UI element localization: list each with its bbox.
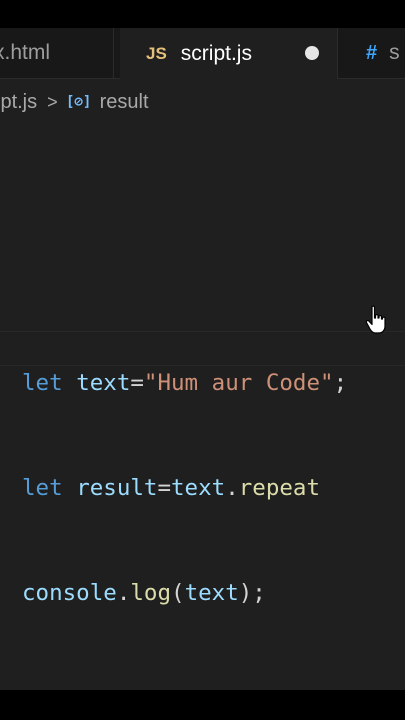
operator: = [157, 475, 172, 501]
variable: result [76, 475, 158, 501]
string-literal: "Hum aur Code" [143, 370, 334, 396]
tab-index-html[interactable]: x.html [0, 28, 114, 78]
semicolon: ; [333, 370, 348, 396]
tab-style-css[interactable]: # s [338, 28, 405, 78]
dot: . [225, 475, 239, 501]
breadcrumb-symbol[interactable]: result [100, 91, 149, 114]
method: repeat [238, 475, 321, 501]
keyword: let [22, 370, 63, 396]
method: log [130, 580, 172, 606]
operator: = [130, 370, 144, 396]
code-editor[interactable]: let text="Hum aur Code"; let result=text… [22, 296, 347, 681]
tab-bar: x.html JS script.js # s [0, 28, 405, 79]
top-letterbox [0, 0, 405, 28]
variable: text [171, 475, 226, 501]
dot: . [116, 580, 131, 606]
css-file-icon: # [366, 41, 378, 64]
tab-script-js[interactable]: JS script.js [120, 28, 338, 79]
code-line-3[interactable]: console.log(text); [22, 576, 347, 611]
bottom-letterbox [0, 690, 405, 720]
js-file-icon: JS [146, 43, 167, 63]
keyword: let [22, 475, 63, 501]
object: console [22, 580, 117, 606]
unsaved-dot-icon[interactable] [305, 46, 319, 60]
tab-label: script.js [180, 41, 252, 65]
paren: ( [171, 580, 185, 606]
breadcrumb-file[interactable]: ipt.js [0, 91, 37, 114]
paren-semicolon: ); [238, 580, 266, 606]
editor-window: x.html JS script.js # s ipt.js > [⊘] res… [0, 0, 405, 720]
variable: text [76, 370, 131, 396]
breadcrumb: ipt.js > [⊘] result [0, 86, 149, 118]
tab-label: x.html [0, 41, 51, 64]
hand-pointer-icon [365, 305, 386, 334]
tab-label: s [389, 41, 400, 64]
code-line-2[interactable]: let result=text.repeat [22, 471, 347, 506]
code-line-1[interactable]: let text="Hum aur Code"; [22, 366, 347, 401]
argument: text [184, 580, 239, 606]
variable-symbol-icon: [⊘] [65, 94, 92, 110]
chevron-right-icon: > [47, 91, 58, 112]
